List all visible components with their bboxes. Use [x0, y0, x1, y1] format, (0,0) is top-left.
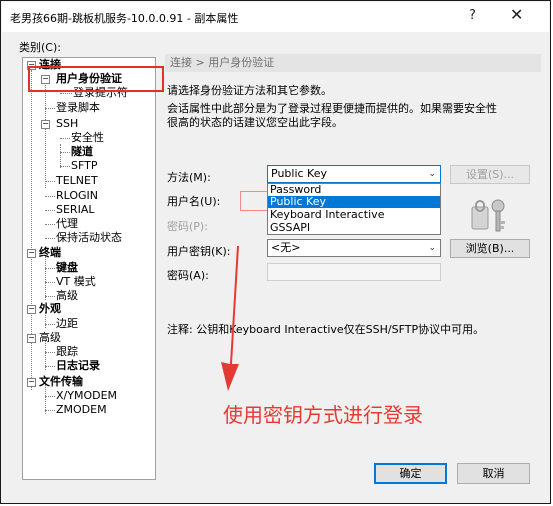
passphrase-label: 密码(A):: [167, 269, 209, 282]
tree-line: [45, 396, 55, 397]
tree-item-telnet[interactable]: TELNET: [56, 175, 98, 187]
title-bar: 老男孩66期-跳板机服务-10.0.0.91 - 副本属性 ? ✕: [2, 2, 549, 32]
tree-line: [45, 210, 55, 211]
tree-line: [45, 296, 55, 297]
tree-line: [45, 324, 55, 325]
help-button[interactable]: ?: [469, 8, 476, 23]
method-select[interactable]: Public Key ⌄: [267, 165, 441, 183]
chevron-down-icon: ⌄: [428, 243, 436, 253]
tree-item-serial[interactable]: SERIAL: [56, 204, 94, 216]
tree-line: [45, 268, 55, 269]
passphrase-input[interactable]: [267, 263, 441, 281]
collapse-icon[interactable]: −: [41, 120, 50, 129]
intro-text: 请选择身份验证方法和其它参数。: [167, 84, 332, 97]
user-key-select-value: <无>: [271, 241, 301, 254]
method-label: 方法(M):: [167, 171, 211, 184]
description-line-2: 很高的状态的话建议您空出此字段。: [167, 116, 343, 129]
tree-item-margin[interactable]: 边距: [56, 318, 78, 330]
breadcrumb: 连接 > 用户身份验证: [165, 54, 541, 72]
tree-item-trace[interactable]: 跟踪: [56, 346, 78, 358]
tree-line: [45, 196, 55, 197]
tree-item-rlogin[interactable]: RLOGIN: [56, 190, 98, 202]
annotation-text: 使用密钥方式进行登录: [223, 403, 423, 427]
tree-item-terminal-advanced[interactable]: 高级: [56, 290, 78, 302]
method-option-public-key[interactable]: Public Key: [268, 196, 440, 208]
close-button[interactable]: ✕: [510, 5, 523, 24]
category-label: 类别(C):: [19, 41, 61, 54]
tree-line: [45, 410, 55, 411]
tree-item-xymodem[interactable]: X/YMODEM: [56, 390, 117, 402]
tree-item-appearance[interactable]: 外观: [39, 303, 61, 315]
tree-item-logging[interactable]: 日志记录: [56, 360, 100, 372]
tree-line: [60, 93, 72, 94]
tree-line: [60, 152, 70, 153]
cancel-button[interactable]: 取消: [457, 463, 530, 484]
collapse-icon[interactable]: −: [27, 249, 36, 258]
password-label: 密码(P):: [167, 220, 208, 233]
method-option-keyboard-interactive[interactable]: Keyboard Interactive: [268, 209, 440, 221]
tree-line: [45, 256, 46, 300]
tree-item-terminal[interactable]: 终端: [39, 247, 61, 259]
tree-item-vt-mode[interactable]: VT 模式: [56, 276, 96, 288]
collapse-icon[interactable]: −: [27, 305, 36, 314]
tree-item-security[interactable]: 安全性: [71, 132, 104, 144]
collapse-icon[interactable]: −: [27, 334, 36, 343]
tree-item-login-script[interactable]: 登录脚本: [56, 102, 100, 114]
tree-line: [60, 144, 61, 168]
tree-line: [45, 352, 55, 353]
tree-item-file-transfer[interactable]: 文件传输: [39, 376, 83, 388]
dialog-window: 老男孩66期-跳板机服务-10.0.0.91 - 副本属性 ? ✕ 类别(C):…: [0, 0, 551, 504]
tree-item-proxy[interactable]: 代理: [56, 218, 78, 230]
tree-line: [45, 238, 55, 239]
key-icon: [471, 199, 505, 232]
tree-item-zmodem[interactable]: ZMODEM: [56, 404, 107, 416]
collapse-icon[interactable]: −: [27, 378, 36, 387]
username-label: 用户名(U):: [167, 195, 221, 208]
tree-item-tunnel[interactable]: 隧道: [71, 146, 93, 158]
window-title: 老男孩66期-跳板机服务-10.0.0.91 - 副本属性: [10, 12, 239, 25]
category-tree[interactable]: − 连接 − 用户身份验证 登录提示符 登录脚本 − SSH 安全性 隧道 SF…: [22, 57, 156, 480]
tree-line: [45, 224, 55, 225]
chevron-down-icon: ⌄: [428, 169, 436, 179]
tree-line: [45, 366, 55, 367]
tree-line: [45, 282, 55, 283]
tree-item-ssh[interactable]: SSH: [56, 118, 78, 130]
tree-line: [45, 181, 55, 182]
highlight-box: [28, 66, 164, 92]
tree-item-advanced[interactable]: 高级: [39, 332, 61, 344]
method-select-value: Public Key: [271, 167, 327, 180]
method-dropdown-list[interactable]: Password Public Key Keyboard Interactive…: [267, 183, 441, 235]
annotation-arrow: [221, 246, 239, 391]
tree-item-keepalive[interactable]: 保持活动状态: [56, 232, 122, 244]
method-option-gssapi[interactable]: GSSAPI: [268, 222, 440, 234]
browse-button[interactable]: 浏览(B)...: [450, 239, 530, 258]
ok-button[interactable]: 确定: [374, 463, 447, 484]
tree-item-sftp[interactable]: SFTP: [71, 160, 97, 172]
tree-line: [60, 166, 70, 167]
tree-line: [45, 108, 55, 109]
tree-item-keyboard[interactable]: 键盘: [56, 262, 78, 274]
tree-line: [45, 82, 46, 188]
user-key-select[interactable]: <无> ⌄: [267, 239, 441, 257]
settings-button[interactable]: 设置(S)...: [450, 165, 530, 184]
tree-line: [60, 138, 70, 139]
